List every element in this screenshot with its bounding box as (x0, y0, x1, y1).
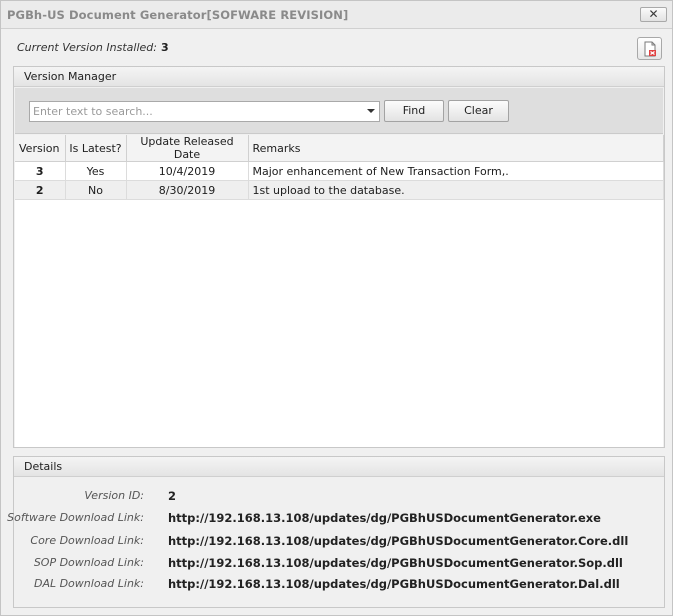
detail-label: Software Download Link: (7, 511, 144, 524)
cell-date[interactable]: 10/4/2019 (126, 161, 249, 181)
cell-is-latest[interactable]: No (65, 180, 127, 200)
window-title: PGBh-US Document Generator[SOFWARE REVIS… (7, 8, 349, 22)
column-header-is-latest[interactable]: Is Latest? (65, 135, 127, 162)
cell-date[interactable]: 8/30/2019 (126, 180, 249, 200)
detail-value: http://192.168.13.108/updates/dg/PGBhUSD… (168, 577, 620, 591)
current-version-label: Current Version Installed: (17, 41, 157, 54)
column-header-version[interactable]: Version (15, 135, 66, 162)
chevron-down-icon[interactable] (367, 109, 375, 113)
detail-value: 2 (168, 489, 177, 503)
table-header-row: Version Is Latest? Update Released Date … (15, 135, 664, 162)
detail-value: http://192.168.13.108/updates/dg/PGBhUSD… (168, 534, 629, 548)
version-table: Version Is Latest? Update Released Date … (15, 135, 664, 200)
detail-value: http://192.168.13.108/updates/dg/PGBhUSD… (168, 556, 623, 570)
details-header: Details (14, 457, 664, 477)
column-header-date[interactable]: Update Released Date (126, 135, 249, 162)
search-panel: Find Clear (15, 88, 663, 134)
search-input[interactable] (30, 102, 360, 121)
current-version-info: Current Version Installed: 3 (17, 41, 169, 54)
detail-value: http://192.168.13.108/updates/dg/PGBhUSD… (168, 511, 601, 525)
delete-document-button[interactable] (637, 37, 662, 60)
version-manager-group: Version Manager Find Clear Version Is La… (13, 66, 665, 448)
table-row[interactable]: 2 No 8/30/2019 1st upload to the databas… (15, 180, 664, 200)
version-manager-header: Version Manager (14, 67, 664, 87)
table-row[interactable]: 3 Yes 10/4/2019 Major enhancement of New… (15, 161, 664, 181)
detail-label: SOP Download Link: (33, 556, 144, 569)
cell-is-latest[interactable]: Yes (65, 161, 127, 181)
search-combo[interactable] (29, 101, 380, 122)
clear-button[interactable]: Clear (448, 100, 509, 122)
title-bar: PGBh-US Document Generator[SOFWARE REVIS… (1, 1, 672, 29)
detail-label: DAL Download Link: (33, 577, 144, 590)
close-button[interactable]: ✕ (640, 7, 667, 22)
cell-version[interactable]: 3 (15, 161, 66, 181)
detail-sop-link: SOP Download Link: http://192.168.13.108… (14, 556, 664, 572)
cell-remarks[interactable]: 1st upload to the database. (248, 180, 664, 200)
column-header-remarks[interactable]: Remarks (248, 135, 664, 162)
version-grid[interactable]: Version Is Latest? Update Released Date … (15, 135, 664, 447)
cell-remarks[interactable]: Major enhancement of New Transaction For… (248, 161, 664, 181)
detail-core-link: Core Download Link: http://192.168.13.10… (14, 534, 664, 550)
detail-label: Version ID: (84, 489, 144, 502)
current-version-value: 3 (160, 41, 169, 54)
details-group: Details Version ID: 2 Software Download … (7, 456, 665, 608)
detail-dal-link: DAL Download Link: http://192.168.13.108… (14, 577, 664, 593)
detail-version-id: Version ID: 2 (14, 489, 664, 505)
detail-software-link: Software Download Link: http://192.168.1… (7, 511, 664, 527)
cell-version[interactable]: 2 (15, 180, 66, 200)
revision-window: PGBh-US Document Generator[SOFWARE REVIS… (0, 0, 673, 616)
document-delete-icon (644, 41, 656, 57)
close-icon: ✕ (648, 7, 659, 21)
find-button[interactable]: Find (384, 100, 444, 122)
detail-label: Core Download Link: (30, 534, 144, 547)
